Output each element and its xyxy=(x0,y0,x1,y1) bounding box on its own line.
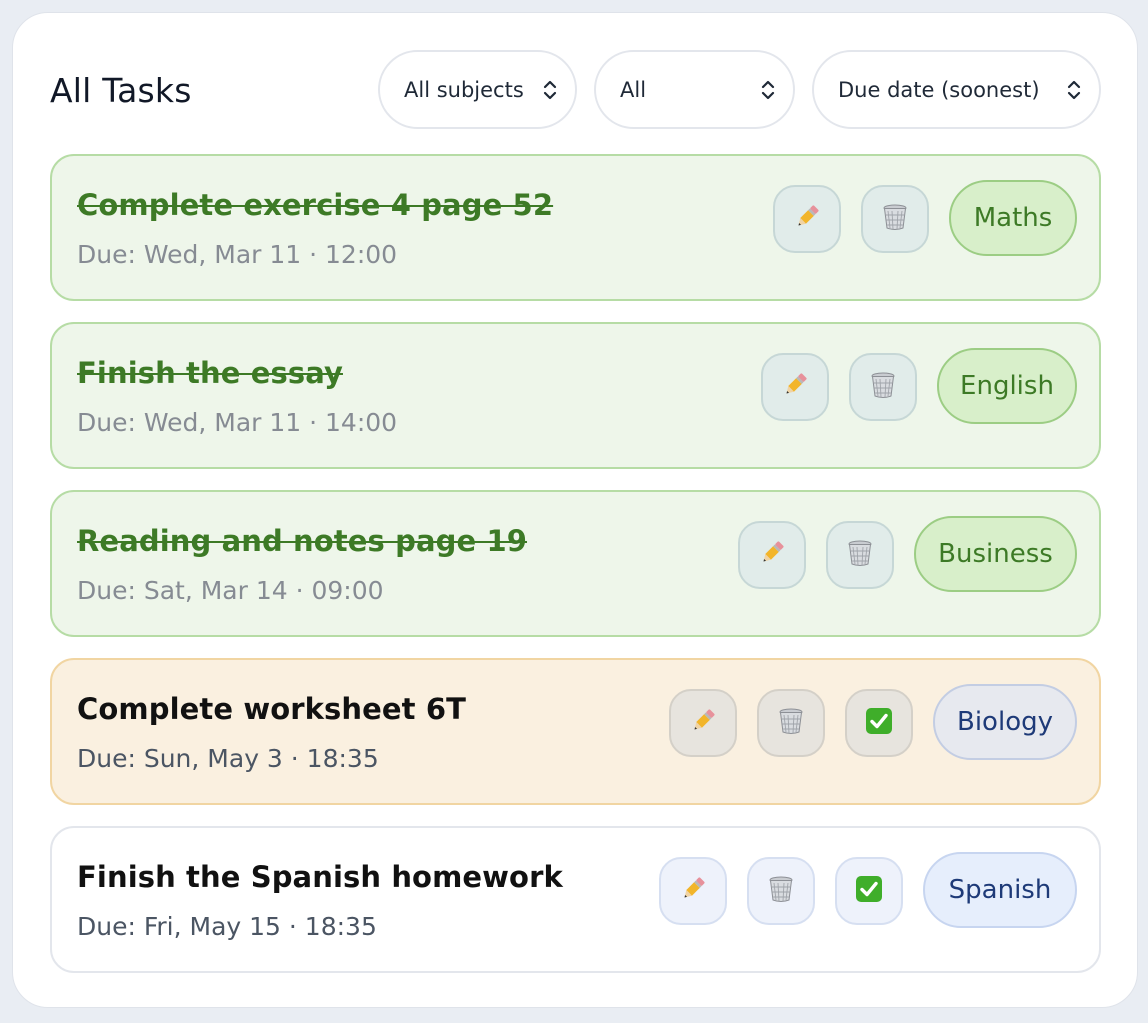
pencil-icon xyxy=(780,370,810,404)
subject-badge: Spanish xyxy=(923,852,1077,928)
delete-task-button[interactable] xyxy=(826,521,894,589)
task-card: Complete exercise 4 page 52 Due: Wed, Ma… xyxy=(50,154,1101,301)
wastebasket-icon xyxy=(868,370,898,404)
pencil-icon xyxy=(757,538,787,572)
check-mark-icon xyxy=(855,875,883,907)
delete-task-button[interactable] xyxy=(757,689,825,757)
edit-task-button[interactable] xyxy=(761,353,829,421)
wastebasket-icon xyxy=(766,874,796,908)
subject-badge: Maths xyxy=(949,180,1077,256)
status-filter-value: All xyxy=(620,77,647,102)
edit-task-button[interactable] xyxy=(669,689,737,757)
edit-task-button[interactable] xyxy=(659,857,727,925)
task-title: Complete exercise 4 page 52 xyxy=(77,188,554,222)
complete-task-button[interactable] xyxy=(845,689,913,757)
task-due-date: Due: Sun, May 3 · 18:35 xyxy=(77,744,379,773)
pencil-icon xyxy=(792,202,822,236)
delete-task-button[interactable] xyxy=(849,353,917,421)
tasks-panel: All Tasks All subjects All Due date (soo… xyxy=(12,12,1138,1008)
complete-task-button[interactable] xyxy=(835,857,903,925)
task-card: Finish the Spanish homework Due: Fri, Ma… xyxy=(50,826,1101,973)
status-filter-select[interactable]: All xyxy=(594,50,795,129)
task-due-date: Due: Wed, Mar 11 · 14:00 xyxy=(77,408,398,437)
pencil-icon xyxy=(688,706,718,740)
chevron-updown-icon xyxy=(543,79,557,101)
subject-filter-select[interactable]: All subjects xyxy=(378,50,577,129)
wastebasket-icon xyxy=(845,538,875,572)
subject-badge: Business xyxy=(914,516,1077,592)
task-due-date: Due: Wed, Mar 11 · 12:00 xyxy=(77,240,398,269)
task-title: Finish the Spanish homework xyxy=(77,860,563,894)
delete-task-button[interactable] xyxy=(861,185,929,253)
chevron-updown-icon xyxy=(761,79,775,101)
chevron-updown-icon xyxy=(1067,79,1081,101)
edit-task-button[interactable] xyxy=(738,521,806,589)
subject-badge: English xyxy=(937,348,1077,424)
task-due-date: Due: Sat, Mar 14 · 09:00 xyxy=(77,576,384,605)
sort-value: Due date (soonest) xyxy=(838,77,1040,102)
wastebasket-icon xyxy=(880,202,910,236)
subject-badge: Biology xyxy=(933,684,1077,760)
pencil-icon xyxy=(678,874,708,908)
task-title: Reading and notes page 19 xyxy=(77,524,528,558)
task-title: Complete worksheet 6T xyxy=(77,692,466,726)
edit-task-button[interactable] xyxy=(773,185,841,253)
sort-select[interactable]: Due date (soonest) xyxy=(812,50,1101,129)
task-card: Reading and notes page 19 Due: Sat, Mar … xyxy=(50,490,1101,637)
wastebasket-icon xyxy=(776,706,806,740)
task-card: Finish the essay Due: Wed, Mar 11 · 14:0… xyxy=(50,322,1101,469)
check-mark-icon xyxy=(865,707,893,739)
tasks-header: All Tasks All subjects All Due date (soo… xyxy=(13,13,1137,153)
task-due-date: Due: Fri, May 15 · 18:35 xyxy=(77,912,377,941)
page-title: All Tasks xyxy=(50,71,192,110)
task-title: Finish the essay xyxy=(77,356,343,390)
task-card: Complete worksheet 6T Due: Sun, May 3 · … xyxy=(50,658,1101,805)
delete-task-button[interactable] xyxy=(747,857,815,925)
subject-filter-value: All subjects xyxy=(404,77,524,102)
